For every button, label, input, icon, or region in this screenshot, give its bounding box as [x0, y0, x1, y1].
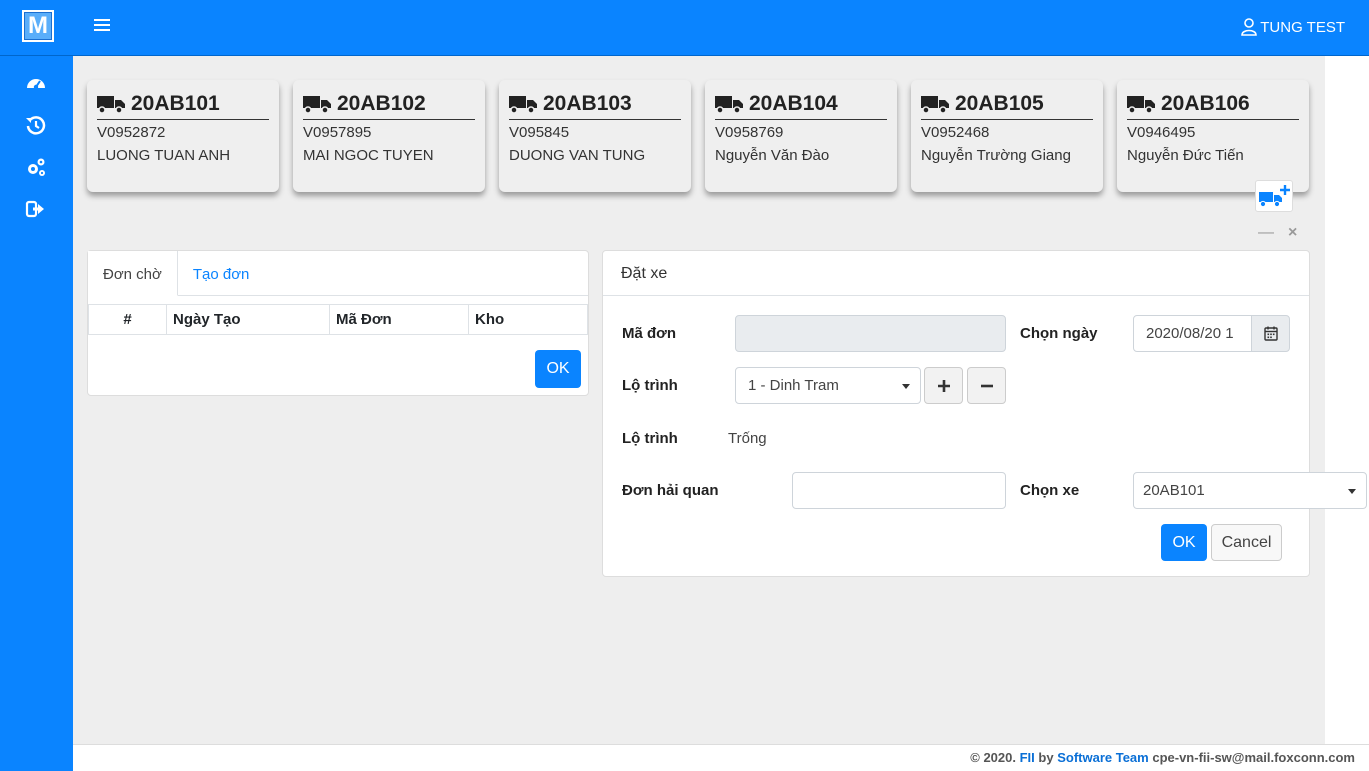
ok-button[interactable]: OK	[1161, 524, 1207, 561]
tab-pending-orders[interactable]: Đơn chờ	[88, 251, 178, 296]
route-selected-value: 1 - Dinh Tram	[748, 377, 839, 394]
orders-tabs: Đơn chờ Tạo đơn	[88, 251, 588, 296]
footer-by: by	[1038, 750, 1054, 765]
column-header-index[interactable]: #	[88, 304, 167, 335]
orders-table: # Ngày Tạo Mã Đơn Kho	[88, 304, 588, 335]
vehicle-plate: 20AB101	[97, 92, 269, 120]
vehicle-plate: 20AB103	[509, 92, 681, 120]
user-name: TUNG TEST	[1260, 18, 1345, 36]
truck-icon	[97, 96, 125, 114]
truck-icon	[303, 96, 331, 114]
history-icon[interactable]	[25, 114, 47, 136]
vehicle-card[interactable]: 20AB106 V0946495 Nguyễn Đức Tiến	[1117, 80, 1309, 192]
vehicle-card[interactable]: 20AB102 V0957895 MAI NGOC TUYEN	[293, 80, 485, 192]
top-bar: M TUNG TEST	[0, 0, 1369, 56]
vehicle-card[interactable]: 20AB105 V0952468 Nguyễn Trường Giang	[911, 80, 1103, 192]
vehicle-plate: 20AB105	[921, 92, 1093, 120]
truck-icon	[509, 96, 537, 114]
plate-text: 20AB106	[1161, 92, 1250, 115]
footer-org-link[interactable]: FII	[1020, 750, 1035, 765]
driver-name: Nguyễn Văn Đào	[715, 147, 830, 164]
route-select[interactable]: 1 - Dinh Tram	[735, 367, 921, 404]
vehicle-select-label: Chọn xe	[1020, 482, 1080, 499]
column-header-order-code[interactable]: Mã Đơn	[329, 304, 469, 335]
remove-route-button[interactable]	[967, 367, 1006, 404]
calendar-button[interactable]	[1251, 315, 1290, 352]
sidebar	[0, 56, 73, 771]
vehicle-code: V0958769	[715, 124, 784, 141]
menu-toggle-icon[interactable]	[94, 19, 110, 35]
tab-create-order[interactable]: Tạo đơn	[178, 251, 265, 296]
add-vehicle-button[interactable]	[1255, 180, 1293, 212]
driver-name: DUONG VAN TUNG	[509, 147, 646, 164]
app-logo[interactable]: M	[22, 10, 54, 42]
column-header-created-date[interactable]: Ngày Tạo	[166, 304, 330, 335]
route-label: Lộ trình	[622, 377, 678, 394]
footer-copyright: © 2020.	[970, 750, 1016, 765]
vehicle-plate: 20AB106	[1127, 92, 1299, 120]
route-summary-label: Lộ trình	[622, 430, 678, 447]
footer-team-link[interactable]: Software Team	[1057, 750, 1149, 765]
date-label: Chọn ngày	[1020, 325, 1098, 342]
user-menu[interactable]: TUNG TEST	[1241, 18, 1345, 36]
add-route-button[interactable]	[924, 367, 963, 404]
plate-text: 20AB103	[543, 92, 632, 115]
footer-email: cpe-vn-fii-sw@mail.foxconn.com	[1152, 750, 1355, 765]
booking-panel: Đặt xe Mã đơn Chọn ngày 2020/08/20 1 Lộ …	[602, 250, 1367, 577]
logout-icon[interactable]	[25, 198, 47, 220]
orders-panel: Đơn chờ Tạo đơn # Ngày Tạo Mã Đơn Kho OK	[87, 250, 589, 396]
plate-text: 20AB102	[337, 92, 426, 115]
vehicle-plate: 20AB102	[303, 92, 475, 120]
vehicle-code: V095845	[509, 124, 570, 141]
vehicle-code: V0952872	[97, 124, 166, 141]
date-field[interactable]: 2020/08/20 1	[1133, 315, 1253, 352]
plate-text: 20AB104	[749, 92, 838, 115]
calendar-icon	[1263, 326, 1278, 341]
order-code-field[interactable]	[735, 315, 1006, 352]
add-truck-icon	[1259, 185, 1290, 208]
cancel-button[interactable]: Cancel	[1211, 524, 1282, 561]
vehicle-plate: 20AB104	[715, 92, 887, 120]
logo-text: M	[28, 12, 48, 39]
close-icon[interactable]: ×	[1288, 224, 1302, 241]
truck-icon	[921, 96, 949, 114]
user-icon	[1241, 18, 1258, 36]
plate-text: 20AB101	[131, 92, 220, 115]
truck-icon	[715, 96, 743, 114]
driver-name: MAI NGOC TUYEN	[303, 147, 434, 164]
booking-title: Đặt xe	[603, 251, 1309, 296]
route-summary-value: Trống	[728, 430, 767, 447]
ok-button[interactable]: OK	[535, 350, 581, 388]
scroll-gutter	[1325, 56, 1369, 744]
vehicle-select[interactable]: 20AB101	[1133, 472, 1367, 509]
minimize-icon[interactable]: —	[1258, 224, 1274, 241]
plate-text: 20AB105	[955, 92, 1044, 115]
vehicle-code: V0952468	[921, 124, 990, 141]
order-code-label: Mã đơn	[622, 325, 676, 342]
customs-order-field[interactable]	[792, 472, 1006, 509]
chevron-down-icon	[902, 383, 910, 389]
vehicle-card[interactable]: 20AB101 V0952872 LUONG TUAN ANH	[87, 80, 279, 192]
vehicle-card[interactable]: 20AB103 V095845 DUONG VAN TUNG	[499, 80, 691, 192]
plus-icon	[937, 379, 950, 392]
customs-order-label: Đơn hải quan	[622, 482, 719, 499]
minus-icon	[980, 384, 993, 387]
chevron-down-icon	[1348, 488, 1356, 494]
vehicle-code: V0957895	[303, 124, 372, 141]
footer: © 2020. FII by Software Team cpe-vn-fii-…	[73, 744, 1369, 771]
driver-name: Nguyễn Trường Giang	[921, 147, 1071, 164]
column-header-warehouse[interactable]: Kho	[468, 304, 588, 335]
driver-name: Nguyễn Đức Tiến	[1127, 147, 1244, 164]
vehicle-card[interactable]: 20AB104 V0958769 Nguyễn Văn Đào	[705, 80, 897, 192]
main-content: 20AB101 V0952872 LUONG TUAN ANH 20AB102 …	[73, 56, 1367, 744]
dashboard-icon[interactable]	[25, 72, 47, 94]
truck-icon	[1127, 96, 1155, 114]
vehicle-code: V0946495	[1127, 124, 1196, 141]
vehicle-selected-value: 20AB101	[1143, 482, 1205, 499]
driver-name: LUONG TUAN ANH	[97, 147, 231, 164]
settings-icon[interactable]	[25, 156, 47, 178]
